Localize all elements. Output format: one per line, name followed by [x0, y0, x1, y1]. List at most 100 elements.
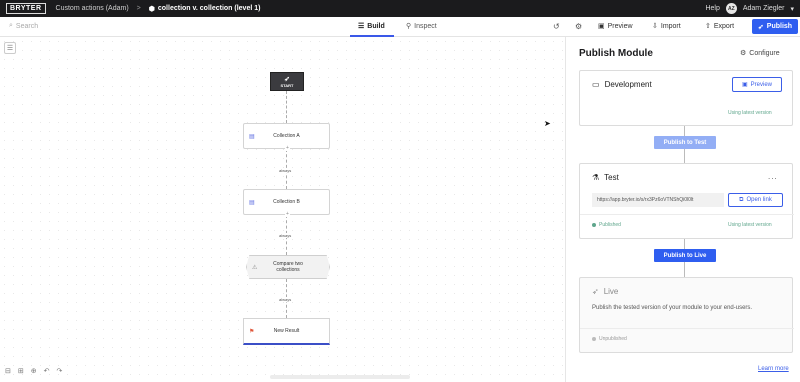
- node-label: Collection A: [273, 133, 300, 139]
- import-icon: ⇩: [652, 23, 658, 30]
- preview-label: Preview: [750, 81, 772, 88]
- module-name: collection v. collection (level 1): [157, 5, 261, 12]
- bryter-logo[interactable]: BRYTER: [6, 3, 46, 14]
- module-icon: ⬢: [148, 5, 155, 13]
- edge-label: always: [278, 297, 293, 302]
- undo-icon[interactable]: ↶: [44, 367, 50, 375]
- development-card: ▭ Development ▣ Preview Using latest ver…: [579, 70, 793, 126]
- redo-icon[interactable]: ↷: [57, 367, 63, 375]
- flow-canvas[interactable]: ☰ ➶ START ▤ Collection A + always ▤ Coll…: [0, 37, 565, 382]
- start-node[interactable]: ➶ START: [270, 72, 304, 91]
- settings-sliders-icon[interactable]: ⚙: [575, 22, 582, 31]
- rocket-icon: ➶: [284, 76, 290, 83]
- edge-label: always: [278, 233, 293, 238]
- development-title: ▭ Development: [592, 80, 652, 89]
- publish-label: Publish: [766, 23, 793, 30]
- breadcrumb-current[interactable]: ⬢ collection v. collection (level 1): [149, 5, 261, 13]
- divider: [580, 214, 794, 215]
- preview-button[interactable]: ▣ Preview: [598, 22, 633, 31]
- help-link[interactable]: Help: [705, 5, 719, 12]
- tab-inspect[interactable]: ⚲ Inspect: [406, 22, 437, 31]
- live-card: ➶ Live Publish the tested version of you…: [579, 277, 794, 353]
- status-dot-icon: [592, 337, 596, 341]
- node-collection-a[interactable]: ▤ Collection A +: [243, 123, 330, 151]
- search-placeholder: Search: [15, 22, 39, 30]
- flask-icon: ⚗: [592, 173, 600, 182]
- mouse-cursor-icon: ➤: [544, 119, 551, 128]
- outline-toggle-button[interactable]: ☰: [4, 42, 16, 54]
- configure-button[interactable]: ⚙ Configure: [740, 49, 780, 58]
- history-icon[interactable]: ↺: [553, 22, 560, 31]
- divider: [580, 328, 794, 329]
- panel-title: Publish Module: [579, 48, 653, 59]
- action-icon: ⚠: [252, 265, 258, 271]
- collection-icon: ▤: [249, 134, 255, 140]
- add-node-icon[interactable]: +: [285, 211, 290, 217]
- start-label: START: [280, 83, 294, 88]
- preview-icon: ▣: [598, 23, 605, 30]
- node-new-result[interactable]: ⚑ New Result: [243, 318, 330, 345]
- node-compare-collections[interactable]: ⚠ Compare two collections: [246, 255, 330, 279]
- build-icon: ☰: [358, 23, 365, 30]
- unpublished-label: Unpublished: [599, 336, 627, 342]
- status-dot-icon: [592, 223, 596, 227]
- publish-connector: [684, 149, 685, 163]
- export-icon: ⇧: [705, 23, 711, 30]
- export-button[interactable]: ⇧ Export: [705, 22, 735, 31]
- breadcrumb-separator: >: [136, 5, 141, 12]
- toolbar: ⌕ Search ☰ Build ⚲ Inspect ↺ ⚙ ▣ Preview…: [0, 17, 800, 37]
- tab-inspect-label: Inspect: [414, 22, 437, 30]
- user-area: Help AZ Adam Ziegler ▾: [705, 0, 794, 17]
- gear-icon: ⚙: [740, 50, 747, 57]
- search-icon: ⌕: [9, 22, 13, 29]
- live-description: Publish the tested version of your modul…: [592, 305, 753, 311]
- canvas-tools: ⊟ ⊞ ⊕ ↶ ↷: [5, 367, 62, 375]
- node-label: Compare two collections: [273, 261, 303, 273]
- inspect-icon: ⚲: [406, 23, 412, 30]
- configure-label: Configure: [749, 49, 780, 57]
- fit-view-icon[interactable]: ⊞: [18, 367, 24, 375]
- zoom-out-icon[interactable]: ⊟: [5, 367, 11, 375]
- node-collection-b[interactable]: ▤ Collection B +: [243, 189, 330, 217]
- flow-connector: [286, 91, 287, 123]
- chevron-down-icon[interactable]: ▾: [790, 5, 794, 13]
- publish-button[interactable]: ➶ Publish: [752, 19, 798, 34]
- user-name[interactable]: Adam Ziegler: [743, 5, 785, 12]
- collection-icon: ▤: [249, 200, 255, 206]
- test-status: Using latest version: [728, 222, 772, 228]
- export-label: Export: [713, 22, 735, 30]
- tab-build-label: Build: [367, 22, 385, 30]
- node-label: Collection B: [273, 199, 300, 205]
- top-bar: BRYTER Custom actions (Adam) > ⬢ collect…: [0, 0, 800, 17]
- zoom-in-icon[interactable]: ⊕: [31, 367, 37, 375]
- development-icon: ▭: [592, 80, 600, 89]
- learn-more-link[interactable]: Learn more: [758, 366, 789, 372]
- breadcrumb-parent[interactable]: Custom actions (Adam): [56, 5, 129, 12]
- import-button[interactable]: ⇩ Import: [652, 22, 681, 31]
- publish-connector: [684, 262, 685, 277]
- more-options-icon[interactable]: ...: [768, 172, 778, 181]
- avatar[interactable]: AZ: [725, 3, 737, 14]
- preview-icon: ▣: [741, 82, 748, 88]
- open-link-button[interactable]: ⧉ Open link: [728, 193, 783, 207]
- live-title-text: Live: [603, 287, 619, 296]
- flag-icon: ⚑: [249, 329, 255, 335]
- preview-label: Preview: [607, 22, 633, 30]
- publish-to-live-button[interactable]: Publish to Live: [654, 249, 716, 262]
- tab-build[interactable]: ☰ Build: [358, 22, 385, 31]
- live-title: ➶ Live: [592, 287, 618, 296]
- development-status: Using latest version: [728, 110, 772, 116]
- development-preview-button[interactable]: ▣ Preview: [732, 77, 782, 92]
- horizontal-scrollbar[interactable]: [270, 375, 410, 379]
- add-node-icon[interactable]: +: [285, 145, 290, 151]
- test-title-text: Test: [604, 173, 619, 182]
- test-url-field[interactable]: https://app.bryter.io/s/rx3Pz6oVTNShQi0l…: [592, 193, 724, 207]
- search-input[interactable]: ⌕ Search: [9, 22, 38, 30]
- publish-connector: [684, 239, 685, 249]
- rocket-icon: ➶: [592, 287, 599, 296]
- publish-to-test-button[interactable]: Publish to Test: [654, 136, 716, 149]
- test-title: ⚗ Test: [592, 173, 619, 182]
- live-unpublished-status: Unpublished: [592, 336, 627, 342]
- publish-connector: [684, 126, 685, 136]
- published-label: Published: [599, 222, 621, 228]
